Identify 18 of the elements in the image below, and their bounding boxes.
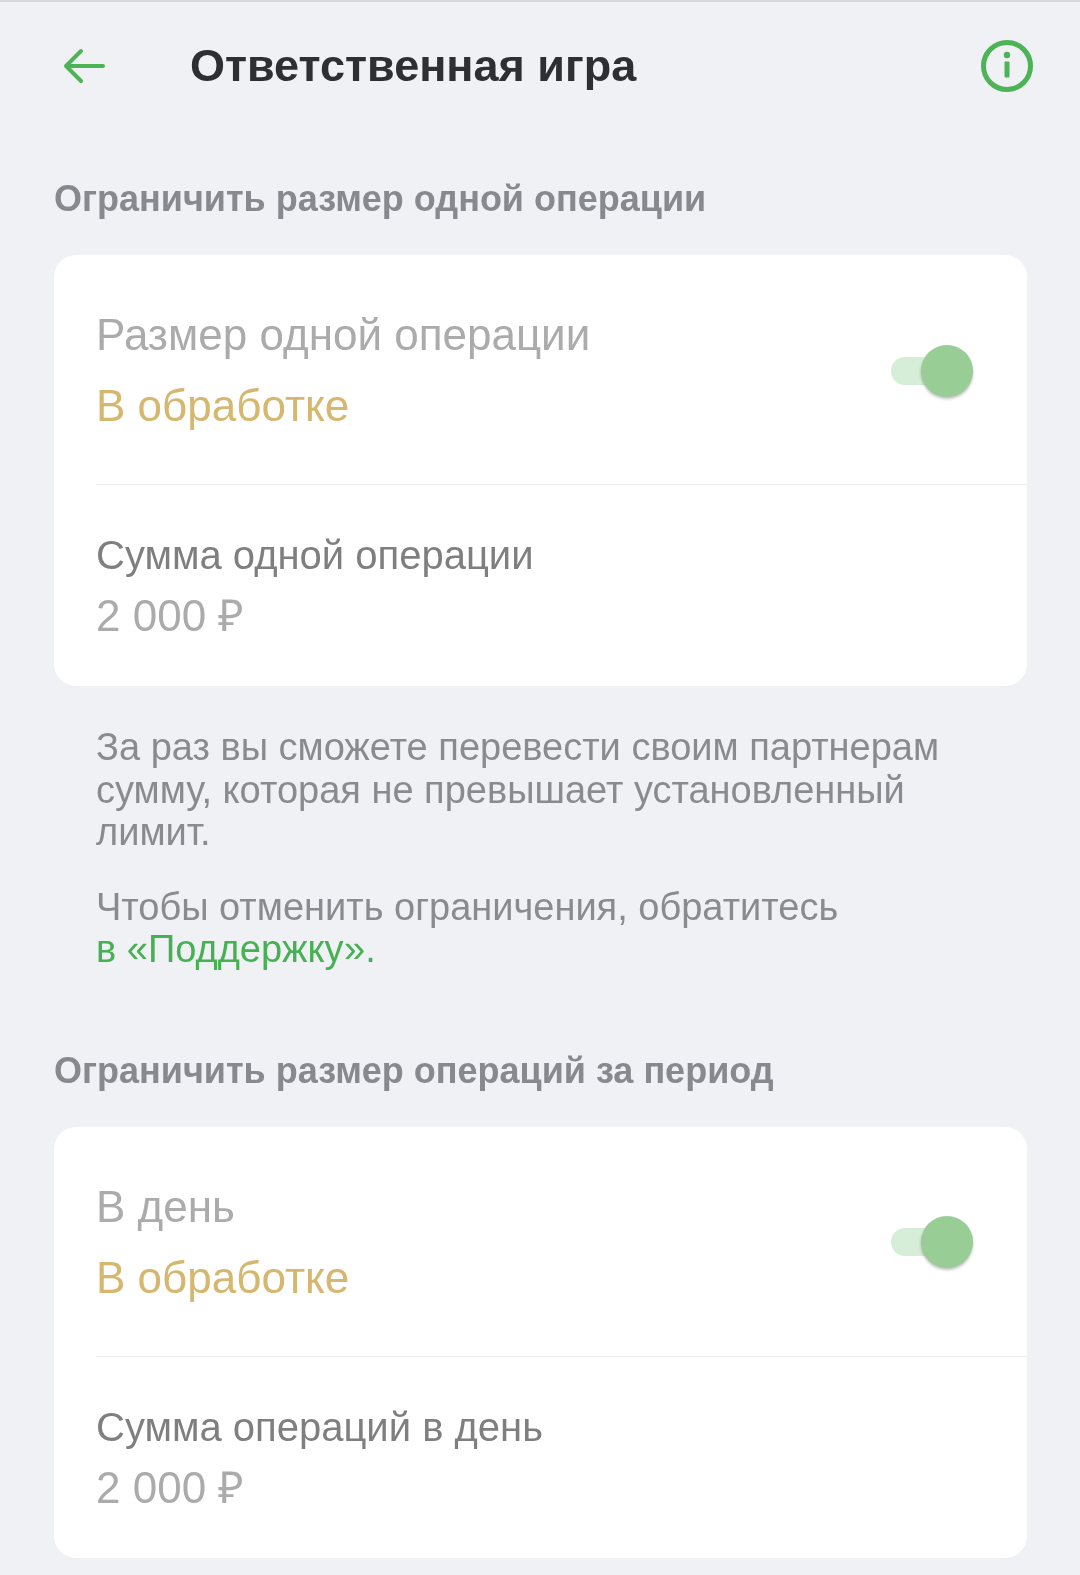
amount-value: 2 000 ₽	[96, 591, 246, 641]
amount-label: Сумма операций в день	[96, 1403, 545, 1450]
status-text: В обработке	[96, 1252, 351, 1303]
section-title: Ограничить размер операций за период	[54, 1048, 775, 1093]
limit-label: Размер одной операции	[96, 310, 592, 360]
support-link[interactable]: в «Поддержку».	[96, 928, 376, 970]
amount-label: Сумма одной операции	[96, 532, 535, 578]
toggle-switch[interactable]	[891, 343, 975, 398]
back-arrow-icon[interactable]	[62, 48, 106, 84]
amount-value: 2 000 ₽	[96, 1462, 246, 1513]
info-icon[interactable]	[981, 40, 1033, 92]
screen-title: Ответственная игра	[190, 39, 638, 93]
note-text: Чтобы отменить ограничения, обратитесь в «Поддержку».	[96, 885, 840, 971]
limit-label: В день	[96, 1181, 236, 1232]
toggle-switch[interactable]	[891, 1215, 975, 1269]
status-text: В обработке	[96, 381, 351, 431]
section-title: Ограничить размер одной операции	[54, 177, 708, 221]
note-text: За раз вы сможете перевести своим партнерам сумму, которая не превышает установленный лимит.	[96, 726, 941, 854]
